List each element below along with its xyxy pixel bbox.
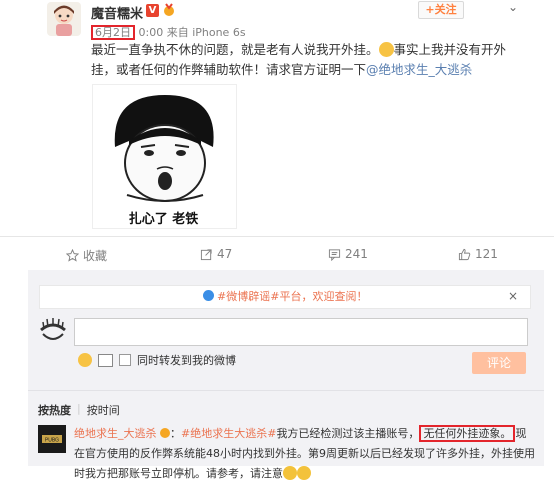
comment-icon [328,248,341,261]
comment-input[interactable] [74,318,528,346]
username[interactable]: 魔音糯米 [91,3,143,22]
favorite-button[interactable]: 收藏 [66,247,107,264]
repost-button[interactable]: 47 [200,247,232,261]
repost-icon [200,248,212,260]
comment-tools: 同时转发到我的微博 [78,352,236,368]
like-button[interactable]: 121 [458,247,498,261]
comment-hashtag[interactable]: #绝地求生大逃杀# [181,427,276,440]
repost-count: 47 [217,247,233,261]
medal-icon [160,428,170,438]
star-icon [66,249,79,262]
notice-text[interactable]: #微博辟谣#平台，欢迎查阅！ [217,290,367,303]
like-count: 121 [475,247,498,261]
top-comment: 绝地求生_大逃杀 ：#绝地求生大逃杀#我方已经检测过该主播账号， 无任何外挂迹象。… [74,425,535,480]
sweat-emoji-icon [297,466,311,480]
notice-icon [202,290,214,301]
thumbs-up-icon [458,248,471,260]
divider [28,390,544,391]
image-icon[interactable] [98,353,113,367]
comment-sort: 按热度 | 按时间 [38,402,120,418]
vip-badge-icon[interactable]: V [146,4,159,17]
divider [0,236,554,237]
content-text-1: 最近一直争执不休的问题，就是老有人说我开外挂。 [91,42,379,57]
favorite-label: 收藏 [83,249,108,263]
sync-label: 同时转发到我的微博 [137,354,236,367]
comment-text-1: 我方已经检测过该主播账号， [276,427,420,440]
post-date[interactable]: 6月2日 [91,25,135,40]
sync-checkbox[interactable] [119,354,131,366]
emoji-icon[interactable] [78,353,92,367]
highlighted-text: 无任何外挂迹象。 [419,425,516,442]
my-avatar[interactable] [38,316,68,346]
mention-link[interactable]: @绝地求生_大逃杀 [366,62,472,77]
svg-text:PUBG: PUBG [45,438,59,444]
follow-label: +关注 [425,3,457,16]
follow-button[interactable]: +关注 [418,1,464,19]
user-avatar[interactable] [47,2,81,36]
post-content: 最近一直争执不休的问题，就是老有人说我开外挂。 事实上我并没有开外挂，或者任何的作… [91,40,531,80]
comment-count: 241 [345,247,368,261]
chevron-down-icon[interactable]: ⌄ [508,0,518,14]
comment-action-button[interactable]: 241 [328,247,368,261]
sweat-emoji-icon [283,466,297,480]
commenter-avatar[interactable]: PUBG [38,425,66,453]
post-meta: 6月2日 0:00 来自 iPhone 6s [91,24,246,40]
sort-separator: | [77,402,81,415]
medal-icon [162,3,176,20]
image-caption: 扎心了 老铁 [128,212,199,227]
sort-hot-tab[interactable]: 按热度 [38,402,71,418]
comment-submit-button[interactable]: 评论 [472,352,526,374]
sort-time-tab[interactable]: 按时间 [87,402,120,418]
rumor-notice[interactable]: #微博辟谣#平台，欢迎查阅！ [39,285,531,309]
comment-author[interactable]: 绝地求生_大逃杀 [74,427,157,440]
close-icon[interactable]: × [508,289,518,303]
post-time-source: 0:00 来自 iPhone 6s [138,26,246,39]
laugh-emoji-icon [378,42,394,57]
